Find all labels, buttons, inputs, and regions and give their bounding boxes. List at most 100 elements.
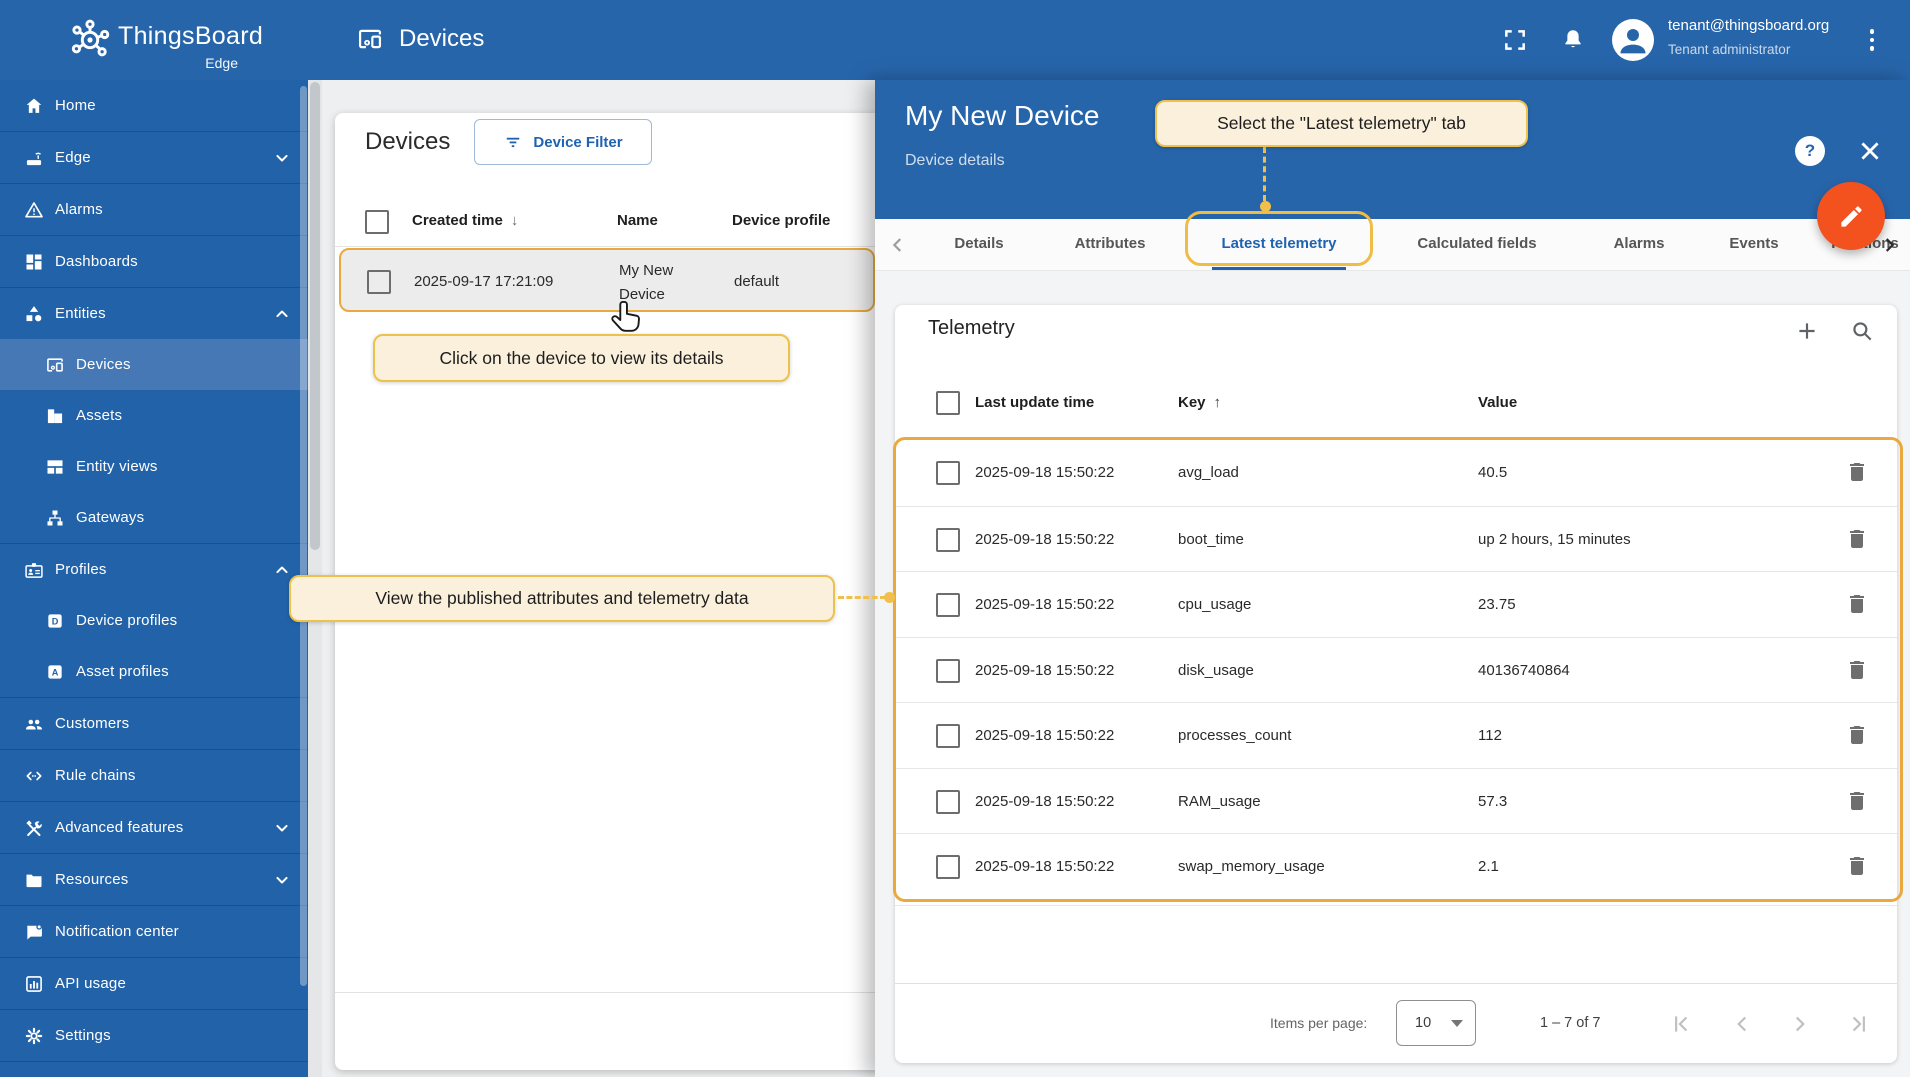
row-checkbox[interactable] bbox=[936, 855, 960, 879]
next-page-icon[interactable] bbox=[1787, 1011, 1813, 1037]
sidebar-item-label: Alarms bbox=[55, 201, 103, 218]
row-checkbox[interactable] bbox=[936, 724, 960, 748]
delete-trash-icon[interactable] bbox=[1845, 723, 1869, 747]
user-avatar[interactable] bbox=[1612, 19, 1654, 61]
sidebar-item-alarms[interactable]: Alarms bbox=[0, 183, 308, 235]
gear-icon bbox=[24, 1026, 44, 1046]
sidebar-item-label: Settings bbox=[55, 1027, 111, 1044]
row-checkbox[interactable] bbox=[936, 593, 960, 617]
delete-trash-icon[interactable] bbox=[1845, 789, 1869, 813]
telemetry-row-boot-time[interactable]: 2025-09-18 15:50:22 boot_time up 2 hours, … bbox=[895, 505, 1897, 572]
filter-icon bbox=[507, 137, 520, 148]
delete-trash-icon[interactable] bbox=[1845, 658, 1869, 682]
telemetry-key: processes_count bbox=[1178, 727, 1292, 744]
column-created-time[interactable]: Created time ↓ bbox=[412, 212, 518, 229]
sidebar-item-label: Home bbox=[55, 97, 96, 114]
more-menu-kebab-icon[interactable] bbox=[1860, 20, 1884, 60]
row-checkbox[interactable] bbox=[936, 789, 960, 814]
sidebar-item-edge[interactable]: Edge bbox=[0, 131, 308, 183]
row-checkbox[interactable] bbox=[936, 527, 960, 552]
content-scrollbar-thumb[interactable] bbox=[310, 82, 320, 550]
notifications-bell-icon[interactable] bbox=[1553, 20, 1593, 60]
telemetry-key: cpu_usage bbox=[1178, 596, 1252, 613]
tabs-scroll-left-icon[interactable] bbox=[887, 234, 909, 256]
sidebar-item-dashboards[interactable]: Dashboards bbox=[0, 235, 308, 287]
column-value[interactable]: Value bbox=[1478, 394, 1517, 411]
notification-icon bbox=[24, 922, 44, 942]
telemetry-last-update-time: 2025-09-18 15:50:22 bbox=[975, 464, 1115, 481]
delete-trash-icon[interactable] bbox=[1845, 854, 1869, 878]
sidebar-item-label: Devices bbox=[76, 356, 131, 373]
chevron-down-icon bbox=[272, 818, 292, 838]
sidebar-item-home[interactable]: Home bbox=[0, 80, 308, 131]
telemetry-table-header: Last update time Key ↑ Value bbox=[895, 377, 1897, 429]
sidebar-item-profiles[interactable]: Profiles bbox=[0, 543, 308, 595]
sidebar-item-customers[interactable]: Customers bbox=[0, 697, 308, 749]
tab-calculated-fields[interactable]: Calculated fields bbox=[1417, 235, 1536, 252]
telemetry-row-cpu-usage[interactable]: 2025-09-18 15:50:22 cpu_usage 23.75 bbox=[895, 571, 1897, 637]
tab-events[interactable]: Events bbox=[1729, 235, 1778, 252]
sidebar-scrollbar[interactable] bbox=[300, 86, 307, 986]
gateway-icon bbox=[45, 508, 65, 528]
sidebar-item-settings[interactable]: Settings bbox=[0, 1009, 308, 1061]
delete-trash-icon[interactable] bbox=[1845, 460, 1869, 484]
previous-page-icon[interactable] bbox=[1729, 1011, 1755, 1037]
sidebar-item-assets[interactable]: Assets bbox=[0, 390, 308, 441]
select-all-checkbox[interactable] bbox=[365, 210, 389, 234]
row-checkbox[interactable] bbox=[367, 270, 391, 294]
tab-alarms[interactable]: Alarms bbox=[1614, 235, 1665, 252]
help-icon[interactable]: ? bbox=[1795, 136, 1825, 166]
page-size-select[interactable]: 10 bbox=[1396, 1000, 1476, 1046]
telemetry-row-avg-load[interactable]: 2025-09-18 15:50:22 avg_load 40.5 bbox=[895, 440, 1897, 505]
telemetry-row-disk-usage[interactable]: 2025-09-18 15:50:22 disk_usage 40136740864 bbox=[895, 636, 1897, 703]
people-icon bbox=[24, 714, 44, 734]
svg-text:D: D bbox=[52, 616, 59, 626]
sidebar-item-entities[interactable]: Entities bbox=[0, 287, 308, 339]
select-all-checkbox[interactable] bbox=[936, 391, 960, 415]
sidebar-item-label: Customers bbox=[55, 715, 130, 732]
search-icon[interactable] bbox=[1844, 313, 1880, 349]
add-telemetry-icon[interactable] bbox=[1789, 313, 1825, 349]
devices-icon bbox=[45, 355, 65, 375]
sidebar-item-api-usage[interactable]: API usage bbox=[0, 957, 308, 1009]
sidebar-item-rule-chains[interactable]: Rule chains bbox=[0, 749, 308, 801]
badge-icon bbox=[24, 560, 44, 580]
tabs-scroll-right-icon[interactable] bbox=[1878, 234, 1900, 256]
column-name[interactable]: Name bbox=[617, 212, 658, 229]
tab-attributes[interactable]: Attributes bbox=[1075, 235, 1146, 252]
sidebar-item-devices[interactable]: Devices bbox=[0, 339, 308, 390]
sidebar-item-gateways[interactable]: Gateways bbox=[0, 492, 308, 543]
sidebar-item-notification-center[interactable]: Notification center bbox=[0, 905, 308, 957]
last-page-icon[interactable] bbox=[1846, 1011, 1872, 1037]
sidebar-item-asset-profiles[interactable]: A Asset profiles bbox=[0, 646, 308, 697]
table-footer-divider bbox=[335, 992, 883, 993]
sidebar-item-advanced-features[interactable]: Advanced features bbox=[0, 801, 308, 853]
thingsboard-logo-icon[interactable] bbox=[68, 18, 112, 62]
telemetry-row-swap-memory-usage[interactable]: 2025-09-18 15:50:22 swap_memory_usage 2.1 bbox=[895, 833, 1897, 899]
telemetry-row-ram-usage[interactable]: 2025-09-18 15:50:22 RAM_usage 57.3 bbox=[895, 767, 1897, 834]
callout-connector-dot bbox=[1260, 201, 1271, 212]
first-page-icon[interactable] bbox=[1668, 1011, 1694, 1037]
row-checkbox[interactable] bbox=[936, 461, 960, 485]
device-filter-button[interactable]: Device Filter bbox=[474, 119, 652, 165]
sidebar-item-entity-views[interactable]: Entity views bbox=[0, 441, 308, 492]
telemetry-row-processes-count[interactable]: 2025-09-18 15:50:22 processes_count 112 bbox=[895, 702, 1897, 768]
sidebar-item-device-profiles[interactable]: D Device profiles bbox=[0, 595, 308, 646]
tab-latest-telemetry[interactable]: Latest telemetry bbox=[1221, 235, 1336, 252]
telemetry-value: 57.3 bbox=[1478, 792, 1508, 810]
delete-trash-icon[interactable] bbox=[1845, 592, 1869, 616]
sidebar-item-resources[interactable]: Resources bbox=[0, 853, 308, 905]
device-created-time: 2025-09-17 17:21:09 bbox=[414, 273, 554, 290]
column-last-update-time[interactable]: Last update time bbox=[975, 394, 1094, 411]
column-key[interactable]: Key ↑ bbox=[1178, 394, 1221, 411]
fullscreen-icon[interactable] bbox=[1495, 20, 1535, 60]
edit-device-fab[interactable] bbox=[1817, 182, 1885, 250]
close-icon[interactable] bbox=[1857, 138, 1883, 164]
column-device-profile[interactable]: Device profile bbox=[732, 212, 830, 229]
router-icon bbox=[24, 148, 44, 168]
delete-trash-icon[interactable] bbox=[1845, 527, 1869, 551]
row-checkbox[interactable] bbox=[936, 658, 960, 683]
sidebar-item-security[interactable]: Security bbox=[0, 1061, 308, 1077]
tab-details[interactable]: Details bbox=[954, 235, 1003, 252]
app-edition: Edge bbox=[205, 55, 238, 71]
